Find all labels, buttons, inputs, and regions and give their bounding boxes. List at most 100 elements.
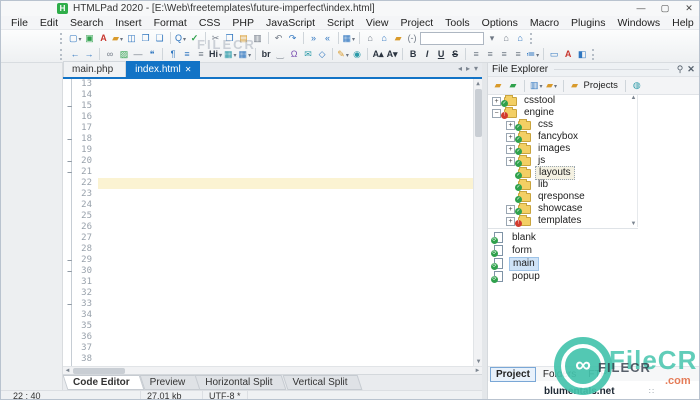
strikethrough-icon[interactable]: S	[448, 48, 462, 61]
menu-item[interactable]: Plugins	[565, 16, 611, 30]
view-mode-tab[interactable]: Preview	[142, 375, 198, 390]
tree-item[interactable]: + css	[488, 118, 637, 131]
tab-scroll-button[interactable]: ◂	[458, 61, 462, 77]
file-list-item[interactable]: blank	[488, 231, 638, 244]
font-decrease-icon[interactable]: A▾	[385, 48, 399, 61]
tree-item[interactable]: + templates	[488, 214, 637, 227]
table-cell-icon[interactable]: ▦	[238, 48, 253, 61]
folder-select-icon[interactable]: ▰	[545, 79, 559, 92]
table-icon[interactable]: ▦	[223, 48, 238, 61]
frame-icon[interactable]: ▭	[547, 48, 561, 61]
new-from-template-icon[interactable]: ▣	[83, 32, 97, 45]
redo-icon[interactable]: ↷	[286, 32, 300, 45]
code-braces-icon[interactable]: (-)	[405, 32, 419, 45]
pin-icon[interactable]: ⚲	[675, 64, 685, 75]
menu-item[interactable]: Edit	[34, 16, 64, 30]
tab-scroll-button[interactable]: ▾	[474, 61, 478, 77]
menu-item[interactable]: CSS	[193, 16, 227, 30]
folder-sync-icon[interactable]: ▰	[391, 32, 405, 45]
mail-icon[interactable]: ✉	[301, 48, 315, 61]
text-color-icon[interactable]: A	[561, 48, 575, 61]
projects-button[interactable]: Projects	[584, 80, 618, 91]
expand-toggle-icon[interactable]: +	[506, 132, 515, 142]
menu-item[interactable]: File	[5, 16, 34, 30]
menu-item[interactable]: JavaScript	[260, 16, 321, 30]
toolbar-search-input[interactable]	[420, 31, 485, 45]
find-in-files-icon[interactable]: ⌂	[499, 32, 513, 45]
search-combo-dropdown-icon[interactable]: ▾	[485, 32, 499, 45]
clipboard-icon[interactable]: ▥	[251, 32, 265, 45]
expand-toggle-icon[interactable]: −	[492, 108, 501, 118]
home-settings-icon[interactable]: ⌂	[377, 32, 391, 45]
fold-toggle-icon[interactable]: −	[63, 156, 76, 167]
tree-item[interactable]: + fancybox	[488, 130, 637, 143]
undo-icon[interactable]: ↶	[272, 32, 286, 45]
editor-vertical-scrollbar[interactable]: ▲ ▼	[473, 79, 482, 366]
numbered-list-icon[interactable]: ≡	[194, 48, 208, 61]
home-icon[interactable]: ⌂	[363, 32, 377, 45]
editor-horizontal-scrollbar[interactable]: ◄ ►	[63, 366, 482, 374]
tree-item[interactable]: + images	[488, 142, 637, 155]
tree-item[interactable]: lib	[488, 178, 637, 191]
bullet-list-icon[interactable]: ≡	[180, 48, 194, 61]
menu-item[interactable]: View	[360, 16, 395, 30]
color-picker-icon[interactable]: ◉	[350, 48, 364, 61]
panel-close-icon[interactable]: ✕	[685, 64, 697, 75]
explorer-tab[interactable]: Project	[490, 366, 536, 382]
menu-item[interactable]: Project	[394, 16, 439, 30]
replace-in-files-icon[interactable]: ⌂	[513, 32, 527, 45]
tree-item[interactable]: + showcase	[488, 202, 637, 215]
paste-icon[interactable]: ▤	[237, 32, 251, 45]
expand-toggle-icon[interactable]: +	[506, 120, 515, 130]
menu-item[interactable]: PHP	[226, 16, 260, 30]
document-tab[interactable]: index.html ✕	[126, 61, 201, 77]
fold-toggle-icon[interactable]: −	[63, 299, 76, 310]
comment-icon[interactable]: ❝	[145, 48, 159, 61]
toolbar-grip[interactable]	[592, 48, 597, 60]
save-icon[interactable]: ◫	[125, 32, 139, 45]
menu-item[interactable]: Macro	[524, 16, 565, 30]
toolbar-grip[interactable]	[530, 32, 535, 44]
tree-scrollbar[interactable]: ▲ ▼	[629, 95, 638, 227]
tree-item[interactable]: qresponse	[488, 190, 637, 203]
menu-item[interactable]: Format	[148, 16, 193, 30]
underline-icon[interactable]: U	[434, 48, 448, 61]
hyperlink-icon[interactable]: ∞	[103, 48, 117, 61]
tree-item[interactable]: layouts	[488, 166, 637, 180]
heading-icon[interactable]: Hi	[208, 48, 223, 61]
view-mode-tab[interactable]: Vertical Split	[285, 375, 360, 390]
folder-refresh-icon[interactable]: ▰	[506, 79, 520, 92]
pilcrow-icon[interactable]: ¶	[166, 48, 180, 61]
resize-grip[interactable]: ∷	[649, 387, 655, 396]
explorer-settings-icon[interactable]: ◍	[630, 79, 644, 92]
forward-icon[interactable]: →	[82, 48, 96, 61]
menu-item[interactable]: Options	[476, 16, 524, 30]
open-file-icon[interactable]: ▰	[111, 32, 125, 45]
align-right-icon[interactable]: ≡	[497, 48, 511, 61]
expand-toggle-icon[interactable]: +	[506, 204, 515, 214]
file-list-item[interactable]: form	[488, 244, 638, 257]
tree-item[interactable]: + csstool	[488, 95, 637, 107]
scroll-down-icon[interactable]: ▼	[629, 221, 638, 227]
fill-color-icon[interactable]: ◧	[575, 48, 589, 61]
menu-item[interactable]: Windows	[612, 16, 667, 30]
panel-layout-icon[interactable]: ▦	[342, 32, 357, 45]
new-document-icon[interactable]: ▢	[68, 32, 83, 45]
close-button[interactable]: ✕	[677, 1, 699, 16]
vendor-link[interactable]: blumentals.net	[544, 386, 615, 397]
file-list-item[interactable]: popup	[488, 270, 638, 283]
font-increase-icon[interactable]: A▴	[371, 48, 385, 61]
new-pdf-icon[interactable]: A	[97, 32, 111, 45]
toolbar-grip[interactable]	[60, 48, 65, 60]
align-center-icon[interactable]: ≡	[483, 48, 497, 61]
menu-item[interactable]: Help	[666, 16, 699, 30]
projects-icon[interactable]: ▰	[568, 79, 582, 92]
format-brush-icon[interactable]: ✎	[336, 48, 350, 61]
search-icon[interactable]: Q	[174, 32, 188, 45]
document-tab[interactable]: main.php	[63, 61, 127, 77]
toolbar-grip[interactable]	[60, 32, 65, 44]
fold-toggle-icon[interactable]: −	[63, 167, 76, 178]
tab-scroll-button[interactable]: ▸	[466, 61, 470, 77]
align-justify-icon[interactable]: ≡	[511, 48, 525, 61]
image-icon[interactable]: ▨	[117, 48, 131, 61]
